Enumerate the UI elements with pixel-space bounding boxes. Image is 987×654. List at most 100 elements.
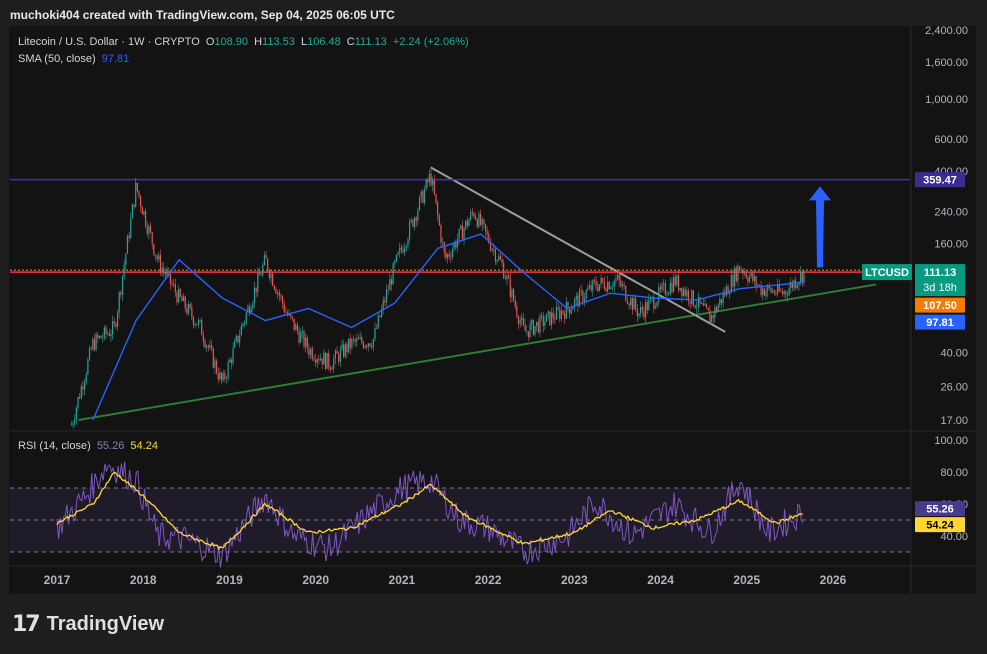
candle-body — [644, 302, 647, 318]
candle-body — [285, 311, 287, 313]
symbol-badge: LTCUSD — [865, 267, 909, 279]
candle-body — [356, 338, 358, 342]
candle-body — [679, 287, 681, 291]
candle-body — [793, 280, 795, 288]
price-axis-tick: 160.00 — [934, 238, 968, 250]
candle-body — [598, 284, 600, 291]
candle-body — [555, 307, 558, 320]
candle-body — [658, 287, 660, 302]
candle-body — [757, 285, 759, 287]
candle-body — [295, 324, 297, 330]
rsi-value: 55.26 — [96, 440, 125, 452]
candle-body — [318, 359, 320, 361]
candle-body — [531, 320, 533, 325]
candle-body — [382, 300, 384, 309]
rsi-axis-tick: 40.00 — [940, 531, 968, 543]
time-axis-tick: 2025 — [733, 573, 760, 587]
candle-body — [564, 313, 566, 319]
candle-body — [293, 318, 295, 330]
symbol-name: Litecoin / U.S. Dollar · 1W · CRYPTO — [18, 36, 200, 48]
candle-body — [314, 359, 317, 363]
change-value: +2.24 (+2.06%) — [392, 36, 469, 48]
candle-body — [521, 317, 523, 321]
candle-body — [536, 321, 538, 326]
candle-body — [359, 337, 361, 340]
candle-body — [146, 226, 148, 234]
candle-body — [74, 419, 76, 424]
candle-body — [715, 307, 718, 312]
candle-body — [95, 334, 97, 350]
candle-body — [460, 225, 462, 229]
candle-body — [168, 271, 170, 273]
candle-body — [722, 292, 724, 304]
candle-body — [232, 347, 234, 364]
candle-body — [392, 263, 394, 285]
candle-body — [263, 254, 266, 265]
price-badge: 111.13 — [924, 267, 956, 279]
candle-body — [508, 275, 510, 279]
candle-body — [743, 272, 746, 274]
candle-body — [638, 313, 640, 317]
candle-body — [206, 345, 208, 348]
candle-body — [763, 288, 765, 296]
candle-body — [422, 191, 424, 203]
candle-body — [484, 223, 487, 231]
candle-body — [225, 378, 228, 379]
candle-body — [344, 344, 346, 357]
rsi-badge: 55.26 — [926, 504, 954, 516]
candle-body — [377, 315, 379, 328]
candle-body — [110, 334, 112, 336]
candle-body — [230, 359, 233, 364]
candle-body — [70, 424, 72, 426]
candle-body — [450, 256, 452, 258]
candle-body — [611, 286, 614, 288]
candle-body — [590, 285, 592, 291]
candle-body — [463, 228, 465, 240]
price-chart[interactable]: 2,400.001,600.001,000.00600.00400.00240.… — [0, 0, 987, 654]
candle-body — [730, 274, 732, 293]
candle-body — [257, 272, 259, 292]
time-axis-tick: 2017 — [44, 573, 71, 587]
candle-body — [291, 316, 294, 319]
candle-body — [334, 350, 336, 359]
candle-body — [273, 285, 275, 289]
candle-body — [311, 348, 313, 359]
candle-body — [607, 281, 609, 292]
candle-body — [727, 286, 729, 294]
candle-body — [316, 359, 318, 363]
candle-body — [692, 290, 695, 306]
candle-body — [468, 219, 470, 226]
candle-body — [442, 242, 444, 243]
candle-body — [511, 289, 513, 298]
low-value: 106.48 — [307, 36, 341, 48]
candle-body — [351, 338, 353, 348]
candle-body — [324, 352, 327, 369]
candle-body — [626, 300, 629, 304]
candle-body — [258, 272, 261, 276]
candle-body — [448, 254, 450, 257]
candle-body — [470, 212, 472, 220]
candle-body — [242, 323, 244, 326]
high-value: 113.53 — [262, 36, 295, 48]
candle-body — [473, 213, 475, 217]
candle-body — [781, 291, 784, 295]
candle-body — [412, 219, 414, 227]
candle-body — [630, 297, 632, 306]
candle-body — [197, 320, 200, 326]
candle-body — [331, 368, 333, 370]
tradingview-logo[interactable]: 17 TradingView — [12, 612, 164, 637]
candle-body — [300, 332, 302, 343]
candle-body — [750, 273, 752, 277]
candle-body — [80, 386, 82, 399]
candle-body — [417, 209, 419, 221]
candle-body — [115, 323, 117, 327]
candle-body — [506, 275, 508, 280]
candle-body — [272, 273, 274, 286]
candle-body — [689, 301, 691, 304]
candle-body — [405, 245, 407, 248]
candle-body — [534, 325, 536, 335]
candle-body — [143, 211, 145, 215]
candle-body — [189, 304, 191, 308]
price-axis-tick: 2,400.00 — [925, 25, 968, 37]
price-axis-tick: 17.00 — [940, 415, 968, 427]
